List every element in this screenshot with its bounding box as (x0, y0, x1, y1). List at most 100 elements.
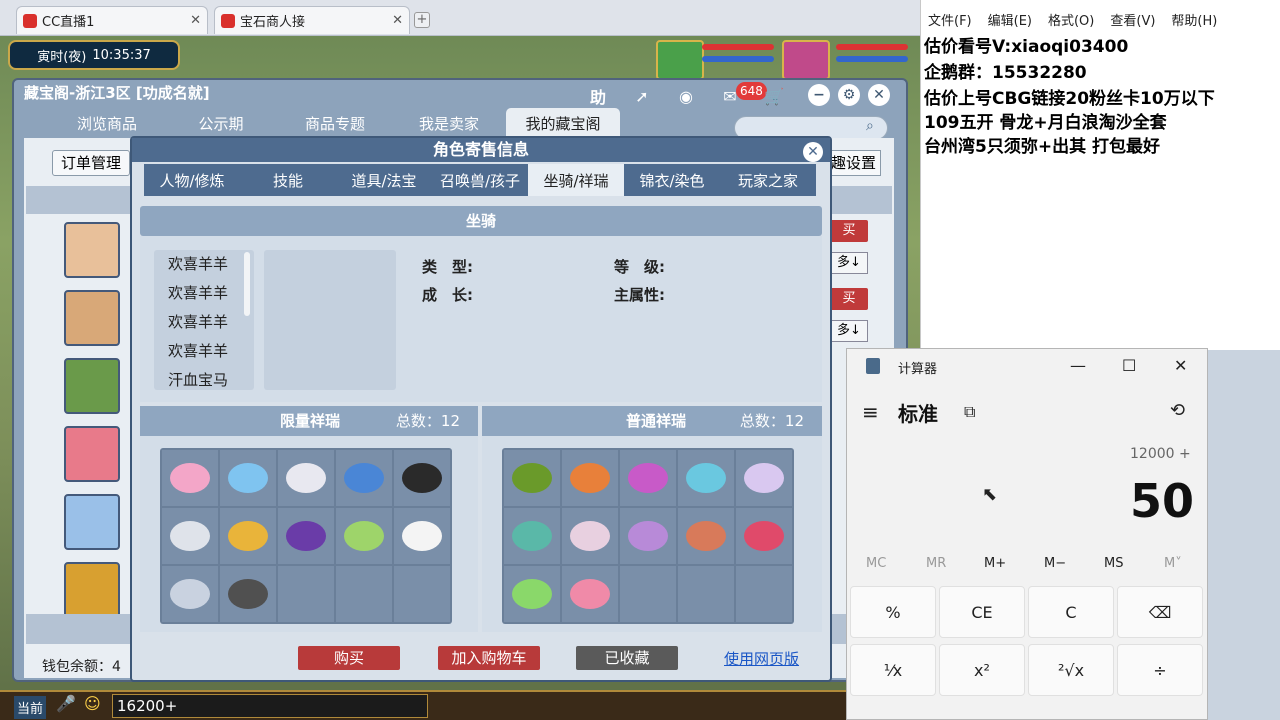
menu-view[interactable]: 查看(V) (1110, 10, 1155, 29)
list-item[interactable]: 欢喜羊羊 (154, 279, 254, 308)
grid-cell[interactable] (220, 450, 276, 506)
percent-key[interactable]: % (850, 586, 936, 638)
close-tab-icon[interactable]: ✕ (392, 13, 403, 28)
character-avatar[interactable] (64, 290, 120, 346)
mount-list-scrollbar[interactable] (244, 252, 250, 316)
microphone-icon[interactable]: 🎤 (56, 694, 76, 713)
grid-cell[interactable] (620, 508, 676, 564)
tab-public[interactable]: 公示期 (164, 108, 278, 138)
grid-cell[interactable] (336, 450, 392, 506)
grid-cell[interactable] (278, 450, 334, 506)
chat-input[interactable]: 16200+ (112, 694, 428, 718)
menu-edit[interactable]: 编辑(E) (988, 10, 1032, 29)
menu-file[interactable]: 文件(F) (928, 10, 972, 29)
tab-seller[interactable]: 我是卖家 (392, 108, 506, 138)
collected-button[interactable]: 已收藏 (576, 646, 678, 670)
list-item[interactable]: 汗血宝马 (154, 366, 254, 390)
menu-format[interactable]: 格式(O) (1048, 10, 1094, 29)
tab-my-pavilion[interactable]: 我的藏宝阁 (506, 108, 620, 138)
grid-cell[interactable] (504, 508, 560, 564)
cart-icon[interactable]: 🛒 (762, 84, 786, 108)
use-web-version-link[interactable]: 使用网页版 (724, 648, 799, 669)
notepad-line[interactable]: 企鹅群：15532280 (924, 58, 1087, 83)
memory-clear-button[interactable]: MC (866, 556, 886, 571)
player-portrait[interactable] (782, 40, 830, 80)
divide-key[interactable]: ÷ (1117, 644, 1203, 696)
new-tab-button[interactable]: + (414, 12, 430, 28)
list-item[interactable]: 欢喜羊羊 (154, 250, 254, 279)
clear-key[interactable]: C (1028, 586, 1114, 638)
grid-cell[interactable] (562, 566, 618, 622)
character-avatar[interactable] (64, 494, 120, 550)
grid-cell[interactable] (278, 508, 334, 564)
notepad-line[interactable]: 台州湾5只须弥+出其 打包最好 (924, 132, 1160, 157)
grid-cell[interactable] (394, 508, 450, 564)
grid-cell[interactable] (678, 450, 734, 506)
tab-mounts[interactable]: 坐骑/祥瑞 (528, 164, 624, 196)
character-avatar[interactable] (64, 222, 120, 278)
search-icon[interactable]: ⌕ (866, 118, 874, 134)
grid-cell[interactable] (394, 450, 450, 506)
maximize-icon[interactable]: ☐ (1122, 356, 1136, 375)
tab-character[interactable]: 人物/修炼 (144, 164, 240, 196)
grid-cell[interactable] (562, 450, 618, 506)
grid-cell[interactable] (504, 566, 560, 622)
browser-tab-cc[interactable]: CC直播1 ✕ (16, 6, 208, 34)
notepad-line[interactable]: 109五开 骨龙+月白浪淘沙全套 (924, 108, 1167, 133)
grid-cell[interactable] (336, 508, 392, 564)
clear-entry-key[interactable]: CE (939, 586, 1025, 638)
grid-cell[interactable] (562, 508, 618, 564)
grid-cell[interactable] (620, 450, 676, 506)
mount-list[interactable]: 欢喜羊羊 欢喜羊羊 欢喜羊羊 欢喜羊羊 汗血宝马 (154, 250, 254, 390)
add-to-cart-button[interactable]: 加入购物车 (438, 646, 540, 670)
close-modal-icon[interactable]: ✕ (803, 142, 823, 162)
tab-items[interactable]: 道具/法宝 (336, 164, 432, 196)
buy-button[interactable]: 买 (830, 220, 868, 242)
memory-recall-button[interactable]: MR (926, 556, 946, 571)
browser-tab-gem[interactable]: 宝石商人接 ✕ (214, 6, 410, 34)
order-management-button[interactable]: 订单管理 (52, 150, 131, 176)
memory-store-button[interactable]: MS (1104, 556, 1123, 571)
help-button[interactable]: 助 (586, 84, 610, 108)
notepad-line[interactable]: 估价上号CBG链接20粉丝卡10万以下 (924, 84, 1215, 109)
square-root-key[interactable]: ²√x (1028, 644, 1114, 696)
notepad-line[interactable]: 估价看号V:xiaoqi03400 (924, 32, 1128, 57)
keep-on-top-icon[interactable]: ⧉ (964, 402, 975, 422)
pet-portrait[interactable] (656, 40, 704, 80)
grid-cell[interactable] (162, 508, 218, 564)
share-icon[interactable]: ➚ (630, 84, 654, 108)
character-avatar[interactable] (64, 358, 120, 414)
hamburger-menu-icon[interactable]: ≡ (862, 400, 879, 424)
close-icon[interactable]: ✕ (1174, 356, 1187, 375)
settings-gear-icon[interactable]: ⚙ (838, 84, 860, 106)
tab-browse[interactable]: 浏览商品 (50, 108, 164, 138)
square-key[interactable]: x² (939, 644, 1025, 696)
history-icon[interactable]: ⟲ (1170, 400, 1185, 421)
grid-cell[interactable] (678, 508, 734, 564)
tab-pets[interactable]: 召唤兽/孩子 (432, 164, 528, 196)
sort-button[interactable]: 多↓ (830, 252, 868, 274)
backspace-key[interactable]: ⌫ (1117, 586, 1203, 638)
minimize-icon[interactable]: − (808, 84, 830, 106)
grid-cell[interactable] (220, 566, 276, 622)
grid-cell[interactable] (162, 566, 218, 622)
tab-home[interactable]: 玩家之家 (720, 164, 816, 196)
grid-cell[interactable] (736, 508, 792, 564)
minimize-icon[interactable]: — (1070, 356, 1086, 375)
emoji-icon[interactable]: ☺ (84, 694, 101, 713)
close-panel-icon[interactable]: ✕ (868, 84, 890, 106)
close-tab-icon[interactable]: ✕ (190, 13, 201, 28)
list-item[interactable]: 欢喜羊羊 (154, 308, 254, 337)
tab-outfits[interactable]: 锦衣/染色 (624, 164, 720, 196)
memory-list-button[interactable]: M˅ (1164, 556, 1182, 571)
character-avatar[interactable] (64, 562, 120, 618)
buy-button[interactable]: 购买 (298, 646, 400, 670)
sort-button[interactable]: 多↓ (830, 320, 868, 342)
menu-help[interactable]: 帮助(H) (1171, 10, 1217, 29)
grid-cell[interactable] (220, 508, 276, 564)
buy-button[interactable]: 买 (830, 288, 868, 310)
grid-cell[interactable] (736, 450, 792, 506)
memory-subtract-button[interactable]: M− (1044, 556, 1066, 571)
current-channel-button[interactable]: 当前 (14, 696, 47, 719)
grid-cell[interactable] (504, 450, 560, 506)
